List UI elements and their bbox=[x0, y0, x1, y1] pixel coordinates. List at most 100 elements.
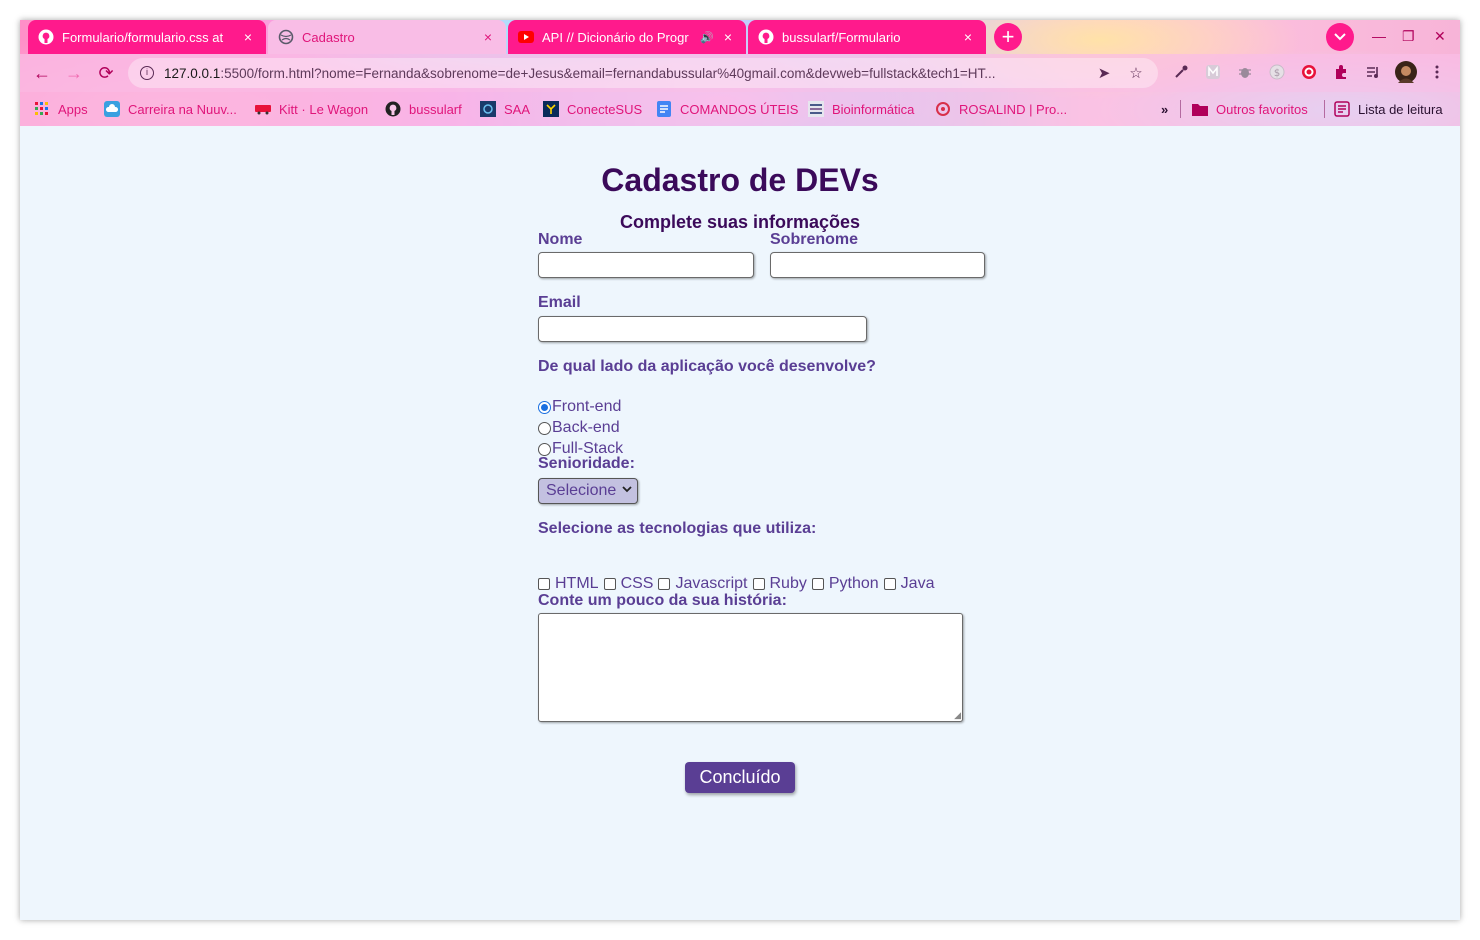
radio-label: Back-end bbox=[552, 419, 620, 436]
checkbox-label: HTML bbox=[555, 575, 599, 592]
reading-list-button[interactable]: Lista de leitura bbox=[1334, 100, 1443, 118]
window-close-icon[interactable]: ✕ bbox=[1434, 28, 1446, 45]
target-icon[interactable] bbox=[1300, 64, 1318, 82]
address-url[interactable]: 127.0.0.1:5500/form.html?nome=Fernanda&s… bbox=[164, 66, 1082, 81]
dollar-icon[interactable]: $ bbox=[1268, 64, 1286, 82]
globe-icon bbox=[278, 29, 294, 45]
speaker-icon[interactable]: 🔊 bbox=[700, 31, 714, 44]
tab-title: bussularf/Formulario bbox=[782, 29, 901, 45]
checkbox-html[interactable]: HTML bbox=[538, 575, 599, 593]
checkbox[interactable] bbox=[538, 578, 550, 590]
forward-icon[interactable]: → bbox=[63, 63, 85, 85]
bookmark-rosalind[interactable]: ROSALIND | Pro... bbox=[935, 100, 1067, 118]
resize-grip-icon[interactable]: ◢ bbox=[954, 711, 961, 720]
bookmarks-bar: Apps Carreira na Nuuv... Kitt · Le Wagon… bbox=[20, 92, 1460, 126]
sobrenome-input[interactable] bbox=[770, 252, 985, 278]
menu-icon[interactable] bbox=[1428, 64, 1446, 82]
puzzle-icon[interactable] bbox=[1332, 64, 1350, 82]
page-subtitle: Complete suas informações bbox=[619, 212, 861, 232]
checkbox[interactable] bbox=[811, 578, 824, 590]
bookmark-bioinformatica[interactable]: Bioinformática bbox=[808, 100, 914, 118]
checkbox[interactable] bbox=[658, 578, 671, 590]
chevron-down-icon bbox=[622, 485, 632, 496]
folder-icon bbox=[1192, 101, 1208, 117]
tab-title: Cadastro bbox=[302, 29, 355, 45]
bookmark-apps[interactable]: Apps bbox=[34, 100, 88, 118]
submit-button[interactable]: Concluído bbox=[685, 762, 795, 793]
github-icon bbox=[385, 101, 401, 117]
radio-label: Front-end bbox=[552, 398, 622, 415]
address-bar[interactable]: i 127.0.0.1:5500/form.html?nome=Fernanda… bbox=[128, 58, 1158, 88]
tab-close-icon[interactable]: × bbox=[960, 29, 976, 45]
profile-avatar[interactable] bbox=[1395, 61, 1417, 83]
email-input[interactable] bbox=[538, 316, 867, 342]
back-icon[interactable]: ← bbox=[31, 63, 53, 85]
bookmark-carreira[interactable]: Carreira na Nuuv... bbox=[104, 100, 237, 118]
checkbox-label: Javascript bbox=[675, 575, 748, 592]
tab-bar: Formulario/formulario.css at × Cadastro … bbox=[20, 20, 1460, 54]
browser-chrome: Formulario/formulario.css at × Cadastro … bbox=[20, 20, 1460, 126]
bookmarks-overflow-icon[interactable]: » bbox=[1161, 100, 1168, 118]
send-icon[interactable]: ➤ bbox=[1094, 64, 1114, 82]
site-info-icon[interactable]: i bbox=[140, 66, 154, 80]
bio-icon bbox=[808, 101, 824, 117]
nome-label: Nome bbox=[538, 231, 583, 248]
eyedropper-icon[interactable] bbox=[1172, 64, 1190, 82]
new-tab-button[interactable]: + bbox=[994, 23, 1022, 51]
checkbox-css[interactable]: CSS bbox=[603, 575, 654, 593]
divider bbox=[1180, 100, 1181, 118]
nome-input[interactable] bbox=[538, 252, 754, 278]
history-textarea[interactable]: ◢ bbox=[538, 613, 963, 722]
svg-text:$: $ bbox=[1274, 68, 1280, 79]
m-extension-icon[interactable] bbox=[1204, 64, 1222, 82]
bookmark-conectesus[interactable]: ConecteSUS bbox=[543, 100, 642, 118]
browser-window: Formulario/formulario.css at × Cadastro … bbox=[20, 20, 1460, 920]
bookmark-label: COMANDOS ÚTEIS bbox=[680, 101, 799, 117]
bookmark-le-wagon[interactable]: Kitt · Le Wagon bbox=[255, 100, 368, 118]
bookmark-star-icon[interactable]: ☆ bbox=[1126, 64, 1146, 82]
radio-button[interactable] bbox=[538, 400, 551, 414]
tab-close-icon[interactable]: × bbox=[240, 29, 256, 45]
tab-bussularf-formulario[interactable]: bussularf/Formulario × bbox=[748, 20, 986, 54]
radio-button[interactable] bbox=[538, 421, 551, 435]
bookmark-bussularf[interactable]: bussularf bbox=[385, 100, 462, 118]
tab-close-icon[interactable]: × bbox=[480, 29, 496, 45]
bookmark-label: Apps bbox=[58, 101, 88, 117]
checkbox[interactable] bbox=[603, 578, 616, 590]
radio-back-end[interactable]: Back-end bbox=[538, 418, 620, 438]
checkbox[interactable] bbox=[752, 578, 765, 590]
checkbox-label: CSS bbox=[620, 575, 654, 592]
tab-search-button[interactable] bbox=[1326, 23, 1354, 51]
minimize-icon[interactable]: — bbox=[1372, 28, 1386, 44]
bug-icon[interactable] bbox=[1236, 64, 1254, 82]
checkbox-javascript[interactable]: Javascript bbox=[658, 575, 748, 593]
tab-close-icon[interactable]: × bbox=[720, 29, 736, 45]
seniority-label: Senioridade: bbox=[538, 455, 635, 472]
divider bbox=[1324, 100, 1325, 118]
sobrenome-label: Sobrenome bbox=[770, 231, 859, 248]
seniority-select[interactable]: Selecione bbox=[538, 478, 638, 504]
bookmark-other-folder[interactable]: Outros favoritos bbox=[1192, 100, 1308, 118]
bookmark-comandos[interactable]: COMANDOS ÚTEIS bbox=[656, 100, 798, 118]
restore-icon[interactable]: ❐ bbox=[1402, 28, 1415, 45]
radio-front-end[interactable]: Front-end bbox=[538, 397, 621, 417]
checkbox-java[interactable]: Java bbox=[883, 575, 935, 593]
reload-icon[interactable]: ⟳ bbox=[95, 63, 117, 85]
url-path: :5500/form.html?nome=Fernanda&sobrenome=… bbox=[220, 65, 996, 81]
radio-button[interactable] bbox=[538, 442, 551, 456]
page-content: Cadastro de DEVs Complete suas informaçõ… bbox=[20, 126, 1460, 920]
checkbox-python[interactable]: Python bbox=[811, 575, 879, 593]
tech-checkbox-group: HTML CSS Javascript Ruby Python Java bbox=[538, 574, 939, 594]
bookmark-saa[interactable]: SAA bbox=[480, 100, 530, 118]
email-label: Email bbox=[538, 294, 581, 311]
checkbox-ruby[interactable]: Ruby bbox=[752, 575, 807, 593]
checkbox-label: Java bbox=[900, 575, 935, 592]
youtube-icon bbox=[518, 29, 534, 45]
checkbox[interactable] bbox=[883, 578, 896, 590]
tab-cadastro[interactable]: Cadastro × bbox=[268, 20, 506, 54]
tab-formulario-css[interactable]: Formulario/formulario.css at × bbox=[28, 20, 266, 54]
tab-api-dicionario[interactable]: API // Dicionário do Progr 🔊 × bbox=[508, 20, 746, 54]
bookmark-label: Carreira na Nuuv... bbox=[128, 101, 237, 117]
bookmark-label: ROSALIND | Pro... bbox=[959, 101, 1068, 117]
media-icon[interactable] bbox=[1364, 64, 1382, 82]
